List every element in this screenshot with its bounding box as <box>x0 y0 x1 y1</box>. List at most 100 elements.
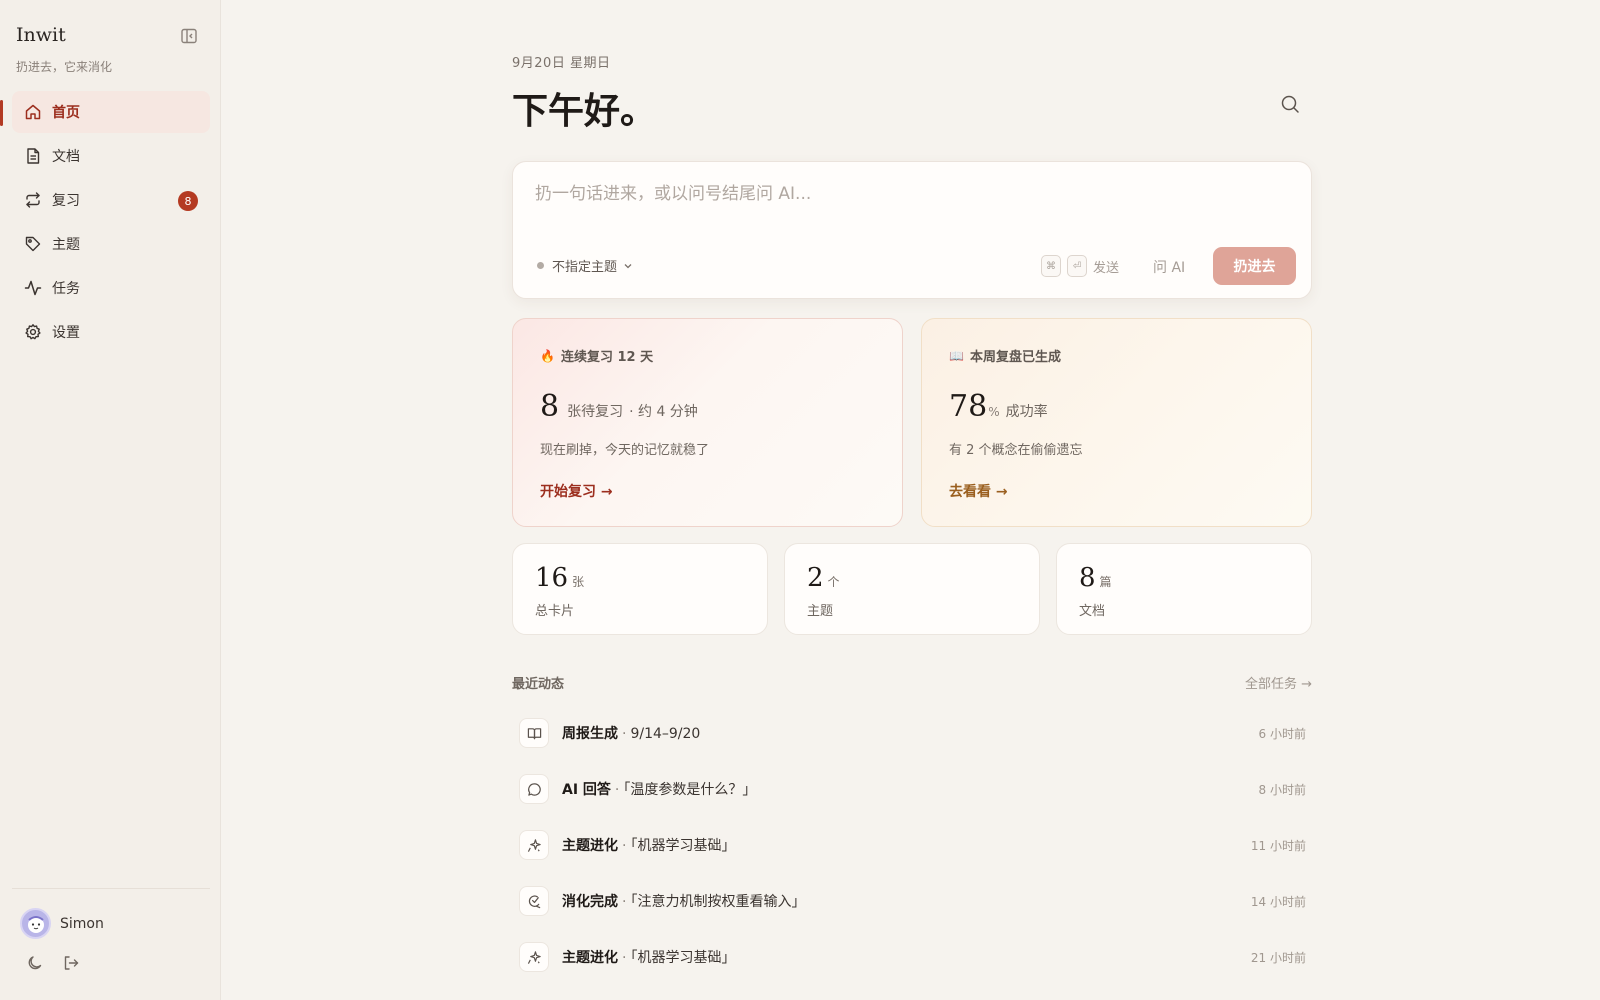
sidebar-item-review[interactable]: 复习 8 <box>12 179 210 221</box>
sidebar-item-label: 首页 <box>52 105 80 121</box>
start-review-link[interactable]: 开始复习 → <box>540 481 613 501</box>
review-duration: · 约 4 分钟 <box>629 404 698 420</box>
sidebar-item-topics[interactable]: 主题 <box>12 223 210 265</box>
stat-total-cards[interactable]: 16 张 总卡片 <box>512 543 768 635</box>
sidebar-nav: 首页 文档 复习 8 主题 任务 设置 <box>0 91 210 355</box>
kbd-enter: ⏎ <box>1067 255 1087 277</box>
separator: · <box>622 950 627 966</box>
card-description: 现在刷掉，今天的记忆就稳了 <box>540 443 710 458</box>
sidebar-item-label: 任务 <box>52 281 80 297</box>
sidebar-divider <box>12 888 210 889</box>
stat-label: 主题 <box>807 604 834 619</box>
activity-kind: 消化完成 <box>562 894 618 910</box>
brand-logo[interactable]: Inwit <box>16 24 66 46</box>
activity-time: 8 小时前 <box>1258 783 1306 797</box>
sidebar: Inwit 扔进去，它来消化 首页 文档 复习 8 主题 任务 设置 Simon <box>0 0 221 1000</box>
activity-text: 消化完成 · 「注意力机制按权重看输入」 <box>562 891 805 911</box>
all-tasks-link[interactable]: 全部任务 → <box>1245 673 1312 692</box>
stat-label: 总卡片 <box>535 604 575 619</box>
activity-time: 21 小时前 <box>1250 951 1306 965</box>
separator: · <box>622 838 627 854</box>
stat-value: 8 篇 <box>1079 563 1112 593</box>
activity-kind: 主题进化 <box>562 950 618 966</box>
avatar <box>20 908 51 939</box>
activity-detail: 「温度参数是什么？」 <box>623 782 757 798</box>
activity-kind: 主题进化 <box>562 838 618 854</box>
activity-text: 主题进化 · 「机器学习基础」 <box>562 835 735 855</box>
weekly-recap-card[interactable]: 📖 本周复盘已生成 78 % 成功率 有 2 个概念在偷偷遗忘 去看看 → <box>921 318 1312 527</box>
stat-value: 16 张 <box>535 563 584 593</box>
user-name: Simon <box>60 915 104 932</box>
stat-label: 文档 <box>1079 604 1106 619</box>
capture-input[interactable] <box>535 184 1275 204</box>
brand-tagline: 扔进去，它来消化 <box>16 60 113 74</box>
moon-icon[interactable] <box>26 954 44 976</box>
stat-unit: 篇 <box>1099 575 1112 589</box>
list-item[interactable]: 周报生成 · 9/14–9/20 6 小时前 <box>512 705 1312 761</box>
list-item[interactable]: 消化完成 · 「注意力机制按权重看输入」 14 小时前 <box>512 873 1312 929</box>
chevron-down-icon <box>624 263 632 268</box>
ask-ai-button[interactable]: 问 AI <box>1153 257 1185 277</box>
view-recap-link[interactable]: 去看看 → <box>949 481 1008 501</box>
list-item[interactable]: AI 回答 · 「温度参数是什么？」 8 小时前 <box>512 761 1312 817</box>
success-rate: 78 % 成功率 <box>949 389 1048 424</box>
document-icon <box>27 148 40 164</box>
sidebar-item-label: 主题 <box>52 237 80 253</box>
success-rate-number: 78 <box>949 389 988 424</box>
book-icon <box>519 718 549 748</box>
book-icon: 📖 <box>949 348 964 363</box>
activity-time: 6 小时前 <box>1258 727 1306 741</box>
stat-number: 2 <box>807 563 824 593</box>
gear-icon <box>25 324 41 340</box>
stat-number: 8 <box>1079 563 1096 593</box>
stat-number: 16 <box>535 563 569 593</box>
search-icon[interactable] <box>1280 94 1300 114</box>
page-title: 下午好。 <box>512 90 657 132</box>
list-item[interactable]: 主题进化 · 「机器学习基础」 21 小时前 <box>512 929 1312 985</box>
topic-select-value: 不指定主题 <box>552 260 618 275</box>
kbd-cmd: ⌘ <box>1041 255 1061 277</box>
fire-icon: 🔥 <box>540 348 555 363</box>
quick-capture-composer: 不指定主题 ⌘ ⏎ 发送 问 AI 扔进去 <box>512 161 1312 299</box>
sidebar-item-documents[interactable]: 文档 <box>12 135 210 177</box>
review-count-badge: 8 <box>178 191 198 211</box>
review-count-number: 8 <box>540 389 560 424</box>
activity-text: 主题进化 · 「机器学习基础」 <box>562 947 735 967</box>
stat-unit: 个 <box>827 575 840 589</box>
sidebar-item-label: 文档 <box>52 149 80 165</box>
sidebar-item-tasks[interactable]: 任务 <box>12 267 210 309</box>
activity-time: 14 小时前 <box>1250 895 1306 909</box>
separator: · <box>614 782 620 798</box>
sidebar-item-home[interactable]: 首页 <box>0 91 210 133</box>
topic-select[interactable]: 不指定主题 <box>537 256 633 275</box>
sidebar-item-label: 设置 <box>52 325 80 341</box>
stat-value: 2 个 <box>807 563 840 593</box>
stat-unit: 张 <box>572 575 585 589</box>
user-profile[interactable]: Simon <box>20 908 104 939</box>
list-item[interactable]: 主题进化 · 「机器学习基础」 11 小时前 <box>512 817 1312 873</box>
sidebar-actions <box>26 954 80 976</box>
review-streak-card[interactable]: 🔥 连续复习 12 天 8 张待复习 · 约 4 分钟 现在刷掉，今天的记忆就稳… <box>512 318 903 527</box>
logout-icon[interactable] <box>62 954 80 976</box>
activity-detail: 「注意力机制按权重看输入」 <box>630 894 806 910</box>
home-icon <box>25 104 41 120</box>
review-count-unit: 张待复习 <box>567 404 624 420</box>
recap-label: 本周复盘已生成 <box>969 350 1061 365</box>
sidebar-item-settings[interactable]: 设置 <box>12 311 210 353</box>
recent-activity-heading: 最近动态 <box>512 677 565 692</box>
separator: · <box>622 894 627 910</box>
repeat-icon <box>26 192 40 208</box>
card-label: 🔥 连续复习 12 天 <box>540 346 653 366</box>
activity-detail: 9/14–9/20 <box>630 726 701 742</box>
activity-kind: 周报生成 <box>562 726 618 742</box>
stat-topics[interactable]: 2 个 主题 <box>784 543 1040 635</box>
sidebar-item-label: 复习 <box>52 193 80 209</box>
separator: · <box>622 726 627 742</box>
chat-bubble-icon <box>519 774 549 804</box>
submit-button[interactable]: 扔进去 <box>1213 247 1296 285</box>
digest-icon <box>519 886 549 916</box>
stat-documents[interactable]: 8 篇 文档 <box>1056 543 1312 635</box>
card-description: 有 2 个概念在偷偷遗忘 <box>949 443 1083 458</box>
sidebar-collapse-icon[interactable] <box>180 27 198 45</box>
activity-icon <box>24 280 42 296</box>
